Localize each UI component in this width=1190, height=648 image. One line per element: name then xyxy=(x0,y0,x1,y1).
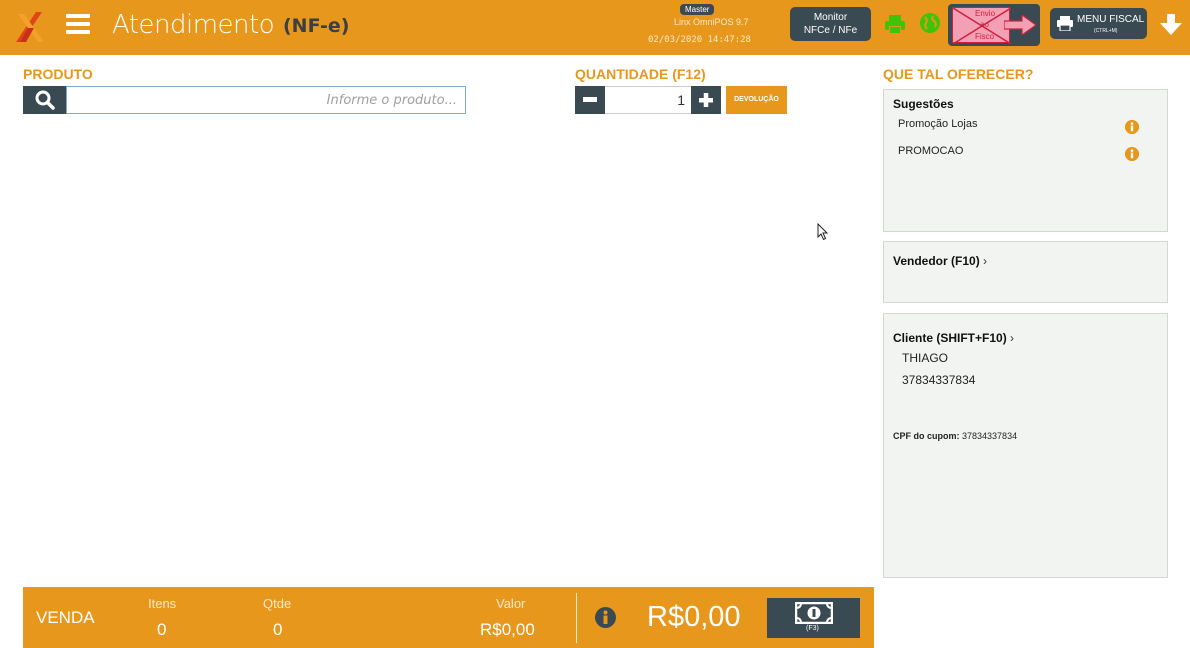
send-arrow-icon xyxy=(1004,15,1036,35)
info-icon[interactable] xyxy=(1125,120,1139,134)
search-icon xyxy=(35,90,55,110)
payment-button[interactable]: (F3) xyxy=(767,598,860,638)
search-button[interactable] xyxy=(23,86,66,114)
cliente-name: THIAGO xyxy=(902,351,949,365)
suggestion-item[interactable]: PROMOCAO xyxy=(898,145,963,157)
cliente-title-text: Cliente (SHIFT+F10) xyxy=(893,331,1007,345)
chevron-right-icon: › xyxy=(1010,331,1015,345)
banknote-icon xyxy=(795,602,833,624)
payment-shortcut: (F3) xyxy=(806,625,819,632)
printer-status-icon[interactable] xyxy=(884,13,906,35)
info-icon[interactable] xyxy=(595,607,616,628)
quantity-input[interactable] xyxy=(605,86,691,114)
mouse-cursor-icon xyxy=(817,223,829,241)
cpf-cupom-label: CPF do cupom: xyxy=(893,431,960,441)
app-version: Linx OmniPOS 9.7 xyxy=(674,17,749,27)
globe-status-icon[interactable] xyxy=(919,12,941,34)
datetime-display: 02/03/2020 14:47:28 xyxy=(648,35,751,45)
valor-label: Valor xyxy=(496,596,526,611)
product-label: PRODUTO xyxy=(23,66,93,82)
envio-label-2: ao xyxy=(980,20,989,29)
monitor-label: Monitor xyxy=(813,12,848,23)
hamburger-menu-icon[interactable] xyxy=(66,14,90,34)
itens-value: 0 xyxy=(157,620,167,639)
suggestions-panel: Sugestões Promoção Lojas PROMOCAO xyxy=(883,89,1168,232)
menu-fiscal-button[interactable]: MENU FISCAL (CTRL+M) xyxy=(1050,8,1147,39)
sidebar-title: QUE TAL OFERECER? xyxy=(883,66,1034,82)
menu-fiscal-label: MENU FISCAL xyxy=(1077,14,1145,25)
vendedor-title-text: Vendedor (F10) xyxy=(893,254,980,268)
info-icon[interactable] xyxy=(1125,147,1139,161)
suggestion-item[interactable]: Promoção Lojas xyxy=(898,118,978,130)
sale-summary-bar: VENDA Itens 0 Qtde 0 Valor R$0,00 R$0,00… xyxy=(23,587,874,648)
envio-label-3: Fisco xyxy=(975,32,995,41)
cliente-panel: Cliente (SHIFT+F10) › THIAGO 37834337834… xyxy=(883,313,1168,578)
quantity-decrement-button[interactable] xyxy=(575,86,605,114)
valor-value: R$0,00 xyxy=(480,620,535,639)
qtde-value: 0 xyxy=(273,620,283,639)
suggestions-title: Sugestões xyxy=(893,97,954,111)
linx-logo-icon xyxy=(16,12,44,42)
cliente-title[interactable]: Cliente (SHIFT+F10) › xyxy=(893,331,1014,345)
total-value: R$0,00 xyxy=(647,601,741,633)
plus-icon xyxy=(699,93,713,107)
quantity-increment-button[interactable] xyxy=(691,86,721,114)
monitor-sub-label: NFCe / NFe xyxy=(803,25,858,36)
venda-label: VENDA xyxy=(36,608,95,627)
page-title: Atendimento xyxy=(112,10,275,40)
cpf-cupom: CPF do cupom: 37834337834 xyxy=(893,431,1017,441)
quantity-label: QUANTIDADE (F12) xyxy=(575,66,706,82)
qtde-label: Qtde xyxy=(263,596,292,611)
envio-fisco-button[interactable]: Envio ao Fisco xyxy=(948,4,1040,46)
top-bar: Atendimento (NF-e) Master Linx OmniPOS 9… xyxy=(0,0,1190,55)
product-search-input[interactable] xyxy=(66,86,466,114)
monitor-nfce-button[interactable]: Monitor NFCe / NFe xyxy=(790,7,871,41)
envio-label-1: Envio xyxy=(975,9,996,18)
footer-divider xyxy=(576,593,577,643)
itens-label: Itens xyxy=(148,596,177,611)
user-role-badge: Master xyxy=(680,4,715,15)
vendedor-panel[interactable]: Vendedor (F10) › xyxy=(883,241,1168,303)
cliente-document: 37834337834 xyxy=(902,373,976,387)
devolucao-button[interactable]: DEVOLUÇÃO xyxy=(726,86,787,114)
printer-icon xyxy=(1057,16,1073,31)
cpf-cupom-value: 37834337834 xyxy=(962,431,1018,441)
chevron-right-icon: › xyxy=(983,254,988,268)
minus-icon xyxy=(583,97,597,102)
vendedor-title: Vendedor (F10) › xyxy=(893,254,987,268)
page-subtitle: (NF-e) xyxy=(283,15,350,37)
arrow-down-icon[interactable] xyxy=(1159,12,1183,36)
envio-fisco-panel: Envio ao Fisco xyxy=(952,7,1011,44)
menu-fiscal-shortcut: (CTRL+M) xyxy=(1094,28,1118,34)
